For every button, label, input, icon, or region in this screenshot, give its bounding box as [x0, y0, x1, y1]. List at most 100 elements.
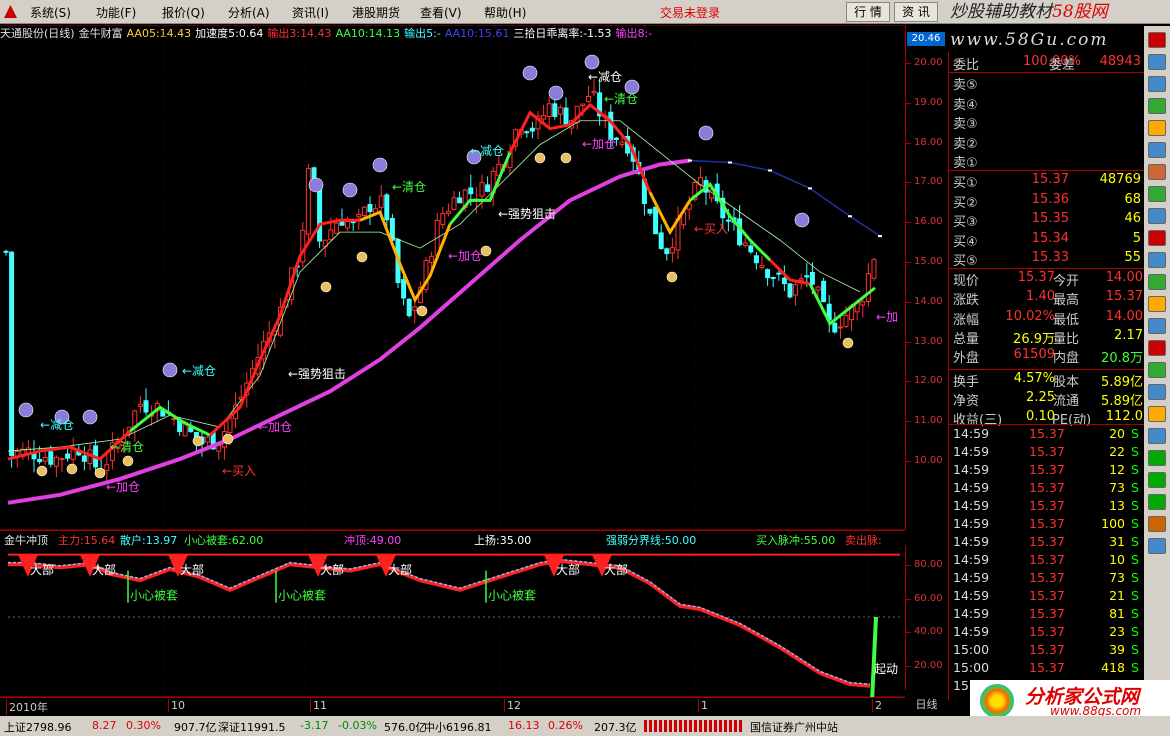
trend-icon[interactable] [1148, 186, 1166, 202]
tick-time: 14:59 [953, 480, 990, 495]
sell-level-row[interactable]: 卖① [953, 152, 1143, 171]
money-bag-icon [66, 463, 78, 475]
candle-body [591, 91, 597, 94]
doc-icon[interactable] [1148, 208, 1166, 224]
sell-level-row[interactable]: 卖③ [953, 113, 1143, 132]
price-icon[interactable] [1148, 164, 1166, 180]
folder-icon[interactable] [1148, 406, 1166, 422]
menu-system[interactable]: 系统(S) [30, 4, 71, 21]
tick-price: 15.37 [1029, 660, 1065, 675]
sz-index[interactable]: 深证11991.5 [218, 719, 286, 735]
window-icon[interactable] [1148, 384, 1166, 400]
candle-body [59, 458, 65, 461]
price-tick: 11.00 [906, 415, 943, 427]
tick-time: 15:00 [953, 660, 990, 675]
tick-price: 15.37 [1029, 552, 1065, 567]
menu-function[interactable]: 功能(F) [96, 4, 136, 21]
candle-body [104, 464, 110, 472]
tick-price: 15.37 [1029, 534, 1065, 549]
ledger-icon[interactable] [1148, 54, 1166, 70]
menu-help[interactable]: 帮助(H) [484, 4, 526, 21]
buy-level-row[interactable]: 买② 15.36 68 [953, 192, 1143, 211]
sell-level-row[interactable]: 卖② [953, 133, 1143, 152]
buy-level-row[interactable]: 买① 15.37 48769 [953, 172, 1143, 191]
money-bag-icon [222, 433, 234, 445]
candle-body [48, 451, 54, 465]
menu-analysis[interactable]: 分析(A) [228, 4, 270, 21]
menu-hk-futures[interactable]: 港股期货 [352, 4, 400, 21]
star-icon[interactable] [1148, 120, 1166, 136]
stat-value: 15.37 [1017, 270, 1055, 285]
money-bag-icon [192, 435, 204, 447]
ma-dot [728, 161, 732, 164]
buy-level-price: 15.34 [1031, 230, 1069, 246]
sell-level-row[interactable]: 卖④ [953, 94, 1143, 113]
watermark: 炒股辅助教材58股网 [950, 2, 1108, 22]
candle-body [468, 187, 474, 195]
annotation-start: 起动 [874, 662, 898, 676]
stat-label: 总量 [953, 331, 980, 347]
finance-icon[interactable] [1148, 296, 1166, 312]
tick-row: 15:00 15.37 418 S [953, 660, 1143, 678]
tick-row: 14:59 15.37 13 S [953, 498, 1143, 516]
sub-tick: 80.00 [906, 559, 943, 570]
candle-body [216, 445, 222, 452]
kline-chart[interactable]: ←减仓 ←减仓 ←减仓 ←减仓 ←清仓 ←清仓 ←清仓 ←加仓 ←加仓 ←加仓 ←加仓 ←买入 ←买入 ←… [0, 25, 905, 697]
sz-amount: 576.0亿 [384, 721, 427, 734]
right-arrow-icon[interactable] [1148, 494, 1166, 510]
tile-icon[interactable] [1148, 538, 1166, 554]
tick-volume: 20 [1109, 426, 1125, 441]
price-tick: 19.00 [906, 96, 943, 108]
tick-time: 14:59 [953, 534, 990, 549]
sell-level-row[interactable]: 卖⑤ [953, 74, 1143, 93]
refresh-icon[interactable] [1148, 428, 1166, 444]
news-button[interactable]: 资 讯 [894, 2, 938, 22]
candle-body [759, 265, 765, 268]
annotation-add: ←加仓 [582, 137, 616, 151]
status-bar: 上证2798.96 8.27 0.30% 907.7亿 深证11991.5 -3… [0, 716, 1170, 736]
tick-time: 14:59 [953, 444, 990, 459]
period-label[interactable]: 日线 [905, 697, 948, 715]
zx-change: 16.13 [508, 719, 540, 732]
login-status[interactable]: 交易未登录 [660, 4, 720, 21]
bar-icon[interactable] [1148, 362, 1166, 378]
candle-body [137, 403, 143, 407]
sub-indicator-label: 主力:15.64 [58, 534, 116, 547]
sub-tick: 40.00 [906, 626, 943, 637]
zx-index[interactable]: 中小6196.81 [424, 719, 492, 735]
menu-info[interactable]: 资讯(I) [292, 4, 329, 21]
info-icon[interactable] [1148, 252, 1166, 268]
price-tick: 13.00 [906, 335, 943, 347]
money-bag-icon [534, 152, 546, 164]
candle-body [653, 206, 659, 235]
candle-body [345, 221, 351, 229]
buy-level-row[interactable]: 买④ 15.34 5 [953, 230, 1143, 250]
chart-icon[interactable] [1148, 98, 1166, 114]
close-icon[interactable] [1148, 32, 1166, 48]
pie-icon[interactable] [1148, 340, 1166, 356]
alert-icon[interactable] [1148, 230, 1166, 246]
book-icon[interactable] [1148, 318, 1166, 334]
stat-value: 2.17 [1114, 327, 1143, 343]
quote-button[interactable]: 行 情 [846, 2, 890, 22]
tick-price: 15.37 [1029, 624, 1065, 639]
annotation-top: 大部 [320, 562, 344, 577]
order-ratio-label: 委比 [953, 58, 980, 73]
candle-body [865, 273, 871, 303]
money-bag-icon [560, 152, 572, 164]
stats-icon[interactable] [1148, 274, 1166, 290]
down-arrow-icon[interactable] [1148, 472, 1166, 488]
menu-quote[interactable]: 报价(Q) [162, 4, 205, 21]
candle-body [843, 315, 849, 328]
buy-level-volume: 5 [1132, 230, 1141, 246]
tool-icon[interactable] [1148, 516, 1166, 532]
start-line [870, 616, 878, 697]
sh-index[interactable]: 上证2798.96 [4, 719, 72, 735]
buy-level-row[interactable]: 买③ 15.35 46 [953, 211, 1143, 230]
menu-view[interactable]: 查看(V) [420, 4, 462, 21]
up-arrow-icon[interactable] [1148, 450, 1166, 466]
date-tick: 10 [168, 699, 185, 712]
buy-level-row[interactable]: 买⑤ 15.33 55 [953, 250, 1143, 269]
grid-icon[interactable] [1148, 76, 1166, 92]
list-icon[interactable] [1148, 142, 1166, 158]
